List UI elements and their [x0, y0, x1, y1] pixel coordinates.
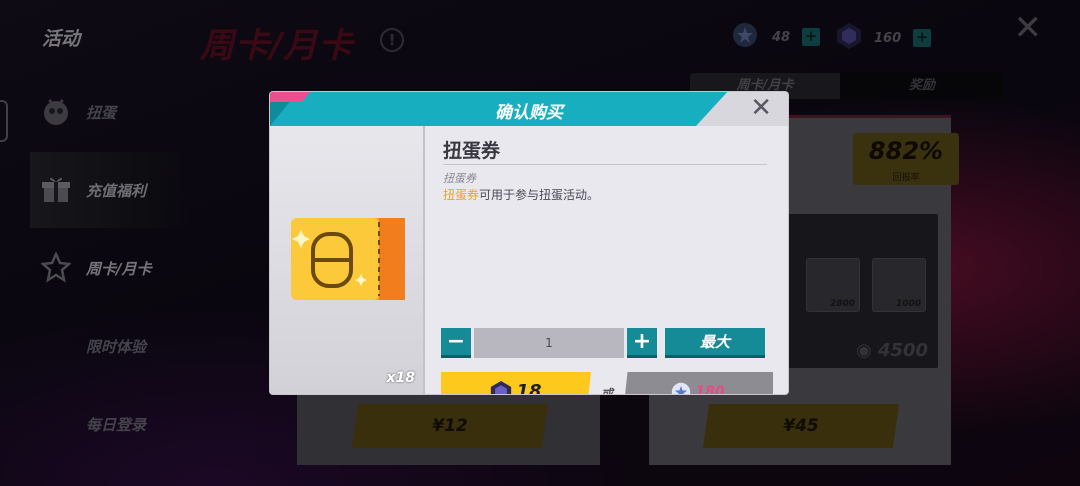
close-icon: ✕ [750, 93, 772, 123]
item-description: 扭蛋券可用于参与扭蛋活动。 [443, 188, 600, 202]
max-quantity-button[interactable]: 最大 [665, 328, 765, 358]
pay-with-gem-button[interactable]: 18 [441, 372, 591, 394]
item-preview: x18 [270, 126, 425, 394]
payment-options: 18 或 180 [441, 372, 774, 395]
gem-price: 18 [516, 381, 542, 394]
quantity-stepper: − 1 + 最大 [441, 328, 765, 358]
divider [443, 164, 767, 165]
item-type: 扭蛋券 [443, 172, 476, 185]
star-coin-icon [672, 382, 691, 394]
or-label: 或 [601, 386, 614, 395]
item-details: 扭蛋券 扭蛋券 扭蛋券可用于参与扭蛋活动。 − 1 + 最大 18 或 180 [427, 126, 788, 394]
item-name: 扭蛋券 [443, 140, 501, 162]
owned-count: x18 [386, 370, 415, 386]
quantity-value[interactable]: 1 [474, 328, 624, 358]
dialog-header: 确认购买 ✕ [270, 92, 788, 126]
increase-quantity-button[interactable]: + [627, 328, 657, 358]
confirm-purchase-dialog: 确认购买 ✕ x18 扭蛋券 扭蛋券 扭蛋券可用于参与扭蛋活动。 − 1 + 最… [270, 92, 788, 394]
purple-gem-icon [491, 380, 512, 394]
pay-with-coin-button[interactable]: 180 [623, 372, 774, 395]
coin-price: 180 [695, 383, 725, 395]
decrease-quantity-button[interactable]: − [441, 328, 471, 358]
gacha-ticket-icon [291, 218, 405, 300]
